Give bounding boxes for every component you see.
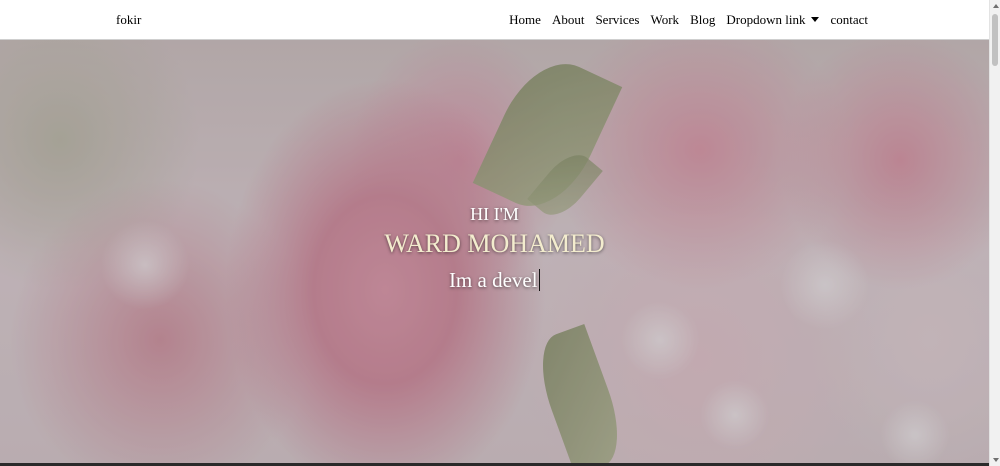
brand-link[interactable]: fokir xyxy=(116,12,141,28)
scrollbar-thumb[interactable] xyxy=(992,14,998,66)
hero-name: WARD MOHAMED xyxy=(384,229,605,258)
nav-link-contact[interactable]: contact xyxy=(830,12,868,28)
arrow-down-icon xyxy=(992,458,999,462)
hero-section: HI I'M WARD MOHAMED Im a devel xyxy=(0,40,989,466)
navbar: fokir Home About Services Work Blog Drop… xyxy=(0,0,989,40)
nav-link-blog[interactable]: Blog xyxy=(690,12,715,28)
scroll-up-button[interactable] xyxy=(990,0,1000,12)
nav-link-about[interactable]: About xyxy=(552,12,585,28)
nav-link-work[interactable]: Work xyxy=(651,12,680,28)
typing-cursor xyxy=(538,269,541,291)
nav-menu: Home About Services Work Blog Dropdown l… xyxy=(509,12,868,28)
vertical-scrollbar[interactable] xyxy=(989,0,1000,466)
nav-dropdown-toggle[interactable]: Dropdown link xyxy=(726,12,820,28)
typed-text-line: Im a devel xyxy=(0,268,989,293)
scroll-down-button[interactable] xyxy=(990,454,1000,466)
caret-down-icon xyxy=(811,17,820,22)
nav-link-home[interactable]: Home xyxy=(509,12,541,28)
page: fokir Home About Services Work Blog Drop… xyxy=(0,0,1000,466)
nav-dropdown-label: Dropdown link xyxy=(726,12,806,27)
nav-link-services[interactable]: Services xyxy=(595,12,639,28)
typed-text: Im a devel xyxy=(448,268,538,292)
hero-greeting: HI I'M xyxy=(470,204,519,224)
arrow-up-icon xyxy=(992,4,999,8)
hero-text: HI I'M WARD MOHAMED Im a devel xyxy=(0,40,989,466)
